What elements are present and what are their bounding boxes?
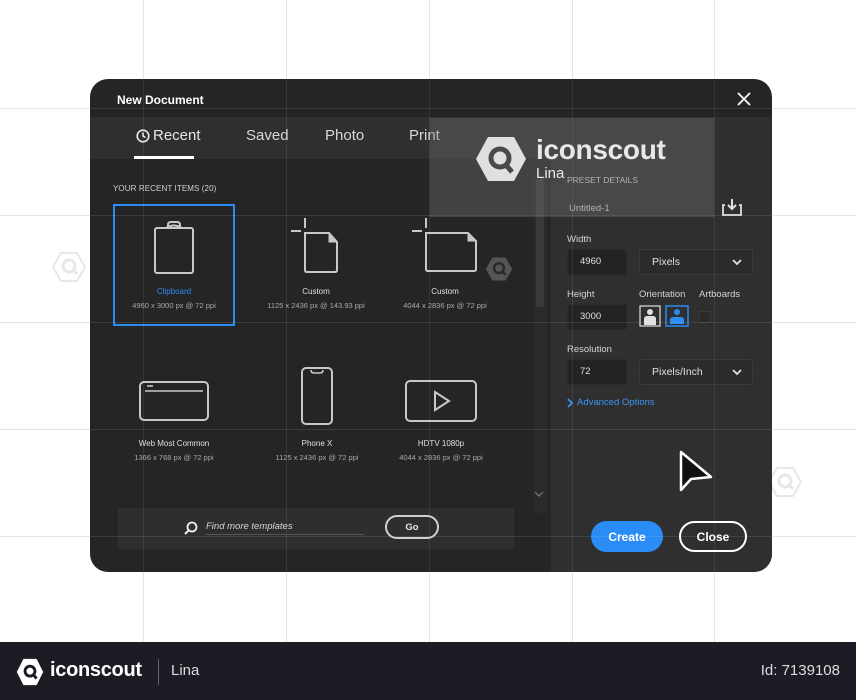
chevron-down-icon bbox=[732, 369, 742, 376]
tile-name: Web Most Common bbox=[138, 439, 210, 448]
tab-recent[interactable]: Recent bbox=[136, 127, 201, 144]
gridline bbox=[714, 79, 715, 572]
tile-name: Custom bbox=[431, 287, 459, 296]
close-icon[interactable] bbox=[734, 89, 754, 109]
tab-saved[interactable]: Saved bbox=[246, 127, 289, 144]
stage: New Document Recent Saved Photo Print YO… bbox=[0, 0, 856, 700]
resolution-unit-value: Pixels/Inch bbox=[652, 366, 703, 378]
width-unit-value: Pixels bbox=[652, 256, 681, 268]
tile-dims: 4044 x 2836 px @ 72 ppi bbox=[399, 453, 483, 462]
watermark-logo-icon bbox=[485, 257, 513, 281]
watermark-overlay bbox=[430, 118, 714, 217]
tile-name: HDTV 1080p bbox=[417, 439, 465, 448]
mouse-cursor-icon bbox=[679, 450, 713, 492]
watermark-brand: iconscout bbox=[536, 134, 666, 165]
watermark-author: Lina bbox=[536, 165, 565, 182]
advanced-options-label: Advanced Options bbox=[577, 397, 655, 408]
tab-label: Recent bbox=[153, 127, 201, 144]
resolution-label: Resolution bbox=[567, 344, 612, 355]
tab-label: Photo bbox=[325, 127, 365, 144]
portrait-orientation-button[interactable] bbox=[639, 305, 661, 327]
preset-tile-web-most-common[interactable]: Web Most Common 1366 x 768 px @ 72 ppi bbox=[113, 364, 235, 486]
watermark-logo-icon bbox=[476, 137, 526, 181]
resolution-input[interactable]: 72 bbox=[567, 359, 627, 385]
resolution-unit-select[interactable]: Pixels/Inch bbox=[639, 359, 753, 385]
template-search-input[interactable] bbox=[206, 519, 364, 535]
phone-icon bbox=[301, 367, 333, 425]
gridline bbox=[286, 79, 287, 572]
height-input[interactable]: 3000 bbox=[567, 304, 627, 330]
watermark-logo-icon bbox=[52, 252, 86, 282]
video-play-icon bbox=[405, 380, 477, 422]
scroll-down-chevron-icon[interactable] bbox=[534, 491, 544, 497]
advanced-options-toggle[interactable]: Advanced Options bbox=[567, 397, 655, 408]
browser-window-icon bbox=[139, 381, 209, 421]
gridline bbox=[90, 322, 772, 323]
gridline bbox=[90, 429, 772, 430]
iconscout-logo-icon bbox=[16, 658, 44, 686]
tab-label: Saved bbox=[246, 127, 289, 144]
preset-tile-phone-x[interactable]: Phone X 1125 x 2436 px @ 72 ppi bbox=[256, 364, 378, 486]
template-search-bar: Go bbox=[118, 508, 514, 549]
landscape-orientation-button[interactable] bbox=[665, 305, 689, 327]
width-input[interactable]: 4960 bbox=[567, 249, 627, 275]
preset-tile-hdtv-1080p[interactable]: HDTV 1080p 4044 x 2836 px @ 72 ppi bbox=[380, 364, 502, 486]
gridline bbox=[90, 108, 772, 109]
width-label: Width bbox=[567, 234, 592, 245]
search-icon bbox=[184, 521, 198, 535]
dialog-title: New Document bbox=[117, 93, 204, 107]
chevron-down-icon bbox=[732, 259, 742, 266]
orientation-label: Orientation bbox=[639, 289, 686, 300]
preset-details-panel: PRESET DETAILS Untitled-1 Width 4960 Pix… bbox=[551, 159, 772, 572]
footer-brand: iconscout bbox=[50, 659, 142, 681]
watermark-logo-icon bbox=[768, 467, 802, 497]
recent-items-label: YOUR RECENT ITEMS (20) bbox=[113, 184, 217, 193]
preset-tile-clipboard[interactable]: Clipboard 4960 x 3000 px @ 72 ppi bbox=[113, 204, 235, 326]
artboards-label: Artboards bbox=[699, 289, 741, 300]
footer-divider bbox=[158, 659, 159, 685]
footer-author: Lina bbox=[171, 662, 200, 679]
tile-name: Clipboard bbox=[156, 287, 192, 296]
gridline bbox=[90, 536, 772, 537]
portrait-document-icon bbox=[291, 218, 338, 273]
footer-bar: iconscout Lina Id: 7139108 bbox=[0, 642, 856, 700]
landscape-document-icon bbox=[412, 218, 477, 272]
width-unit-select[interactable]: Pixels bbox=[639, 249, 753, 275]
save-preset-icon[interactable] bbox=[721, 197, 743, 217]
clipboard-icon bbox=[154, 221, 194, 274]
footer-asset-id: Id: 7139108 bbox=[760, 662, 840, 679]
tile-dims: 4044 x 2836 px @ 72 ppi bbox=[403, 301, 487, 310]
tab-photo[interactable]: Photo bbox=[325, 127, 364, 144]
gridline bbox=[143, 79, 144, 572]
